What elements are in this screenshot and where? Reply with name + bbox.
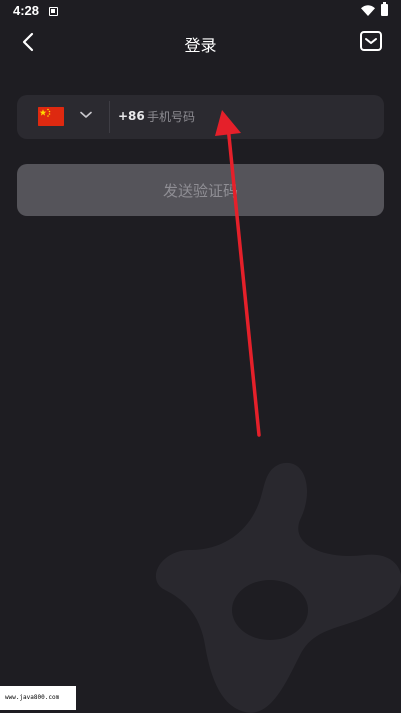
wifi-icon xyxy=(361,5,375,16)
phone-number-input[interactable] xyxy=(147,105,367,129)
phone-input-card: +86 xyxy=(17,95,384,139)
background-logo-icon xyxy=(155,462,401,713)
send-code-button[interactable]: 发送验证码 xyxy=(17,164,384,216)
battery-icon xyxy=(381,2,388,16)
sim-card-icon xyxy=(49,7,58,16)
country-code-selector[interactable] xyxy=(17,95,109,139)
mail-button[interactable] xyxy=(359,30,383,52)
divider xyxy=(109,101,110,133)
page-title: 登录 xyxy=(184,36,217,55)
login-screen: 4:28 登录 +86 手机号码 发送验证码 www.java800.com xyxy=(0,0,401,713)
watermark-label: www.java800.com xyxy=(0,686,76,710)
status-bar: 4:28 xyxy=(0,0,401,24)
chevron-down-icon xyxy=(80,111,92,118)
china-flag-icon xyxy=(38,107,64,126)
dial-code: +86 xyxy=(118,109,145,123)
mail-icon xyxy=(360,31,382,51)
status-time: 4:28 xyxy=(13,3,40,18)
